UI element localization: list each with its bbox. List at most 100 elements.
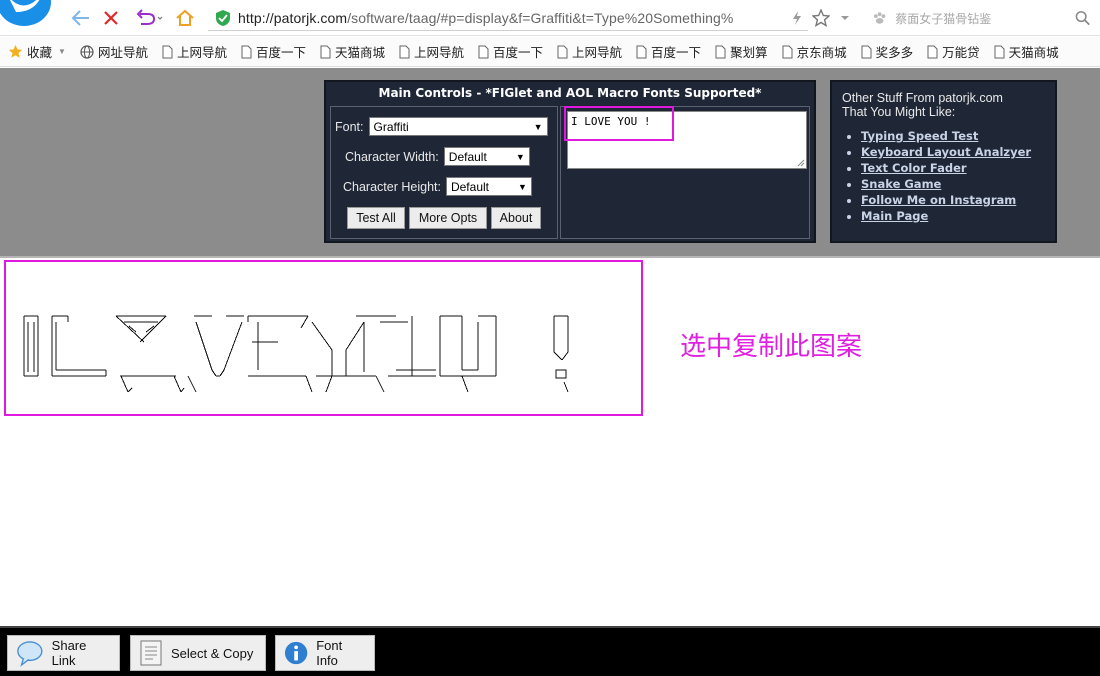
font-info-button[interactable]: Font Info — [275, 635, 375, 671]
back-button[interactable] — [68, 5, 94, 31]
bottom-action-bar: Share Link Select & Copy Font Info — [0, 626, 1100, 676]
info-icon — [284, 641, 308, 665]
link-text-color-fader[interactable]: Text Color Fader — [861, 160, 1045, 176]
ascii-art-output[interactable] — [16, 292, 616, 402]
character-height-label: Character Height: — [343, 179, 441, 194]
bookmark-item[interactable]: 百度一下 — [636, 42, 701, 61]
page-icon — [782, 45, 793, 58]
page-icon — [715, 45, 726, 58]
font-row: Font: Graffiti ▼ — [335, 117, 548, 136]
link-keyboard-layout-analyzer[interactable]: Keyboard Layout Analzyer — [861, 144, 1045, 160]
bookmark-item[interactable]: 天猫商城 — [994, 42, 1059, 61]
character-width-label: Character Width: — [345, 149, 439, 164]
text-input[interactable]: I LOVE YOU ! — [567, 111, 807, 169]
browser-logo-icon — [0, 0, 51, 26]
page-icon — [478, 45, 489, 58]
undo-icon — [136, 9, 163, 25]
chevron-down-icon — [841, 16, 849, 20]
link-snake-game[interactable]: Snake Game — [861, 176, 1045, 192]
font-label: Font: — [335, 119, 364, 134]
controls-right-pane: I LOVE YOU ! — [560, 106, 810, 239]
page-icon — [927, 45, 938, 58]
font-info-label: Font Info — [316, 638, 343, 668]
test-all-button[interactable]: Test All — [347, 207, 405, 229]
star-icon — [8, 44, 23, 58]
page-icon — [320, 45, 331, 58]
bookmark-label: 上网导航 — [572, 46, 623, 60]
bookmark-label: 百度一下 — [651, 46, 702, 60]
home-icon — [176, 9, 194, 26]
bookmark-item[interactable]: 万能贷 — [927, 42, 980, 61]
character-height-value: Default — [450, 179, 489, 194]
chevron-down-icon: ▼ — [515, 151, 525, 162]
bookmark-item[interactable]: 奖多多 — [861, 42, 913, 61]
bookmark-favorites[interactable]: 收藏 ▼ — [8, 42, 66, 61]
bookmark-item[interactable]: 百度一下 — [241, 42, 306, 61]
bookmark-item[interactable]: 上网导航 — [399, 42, 464, 61]
bookmark-label: 万能贷 — [942, 46, 980, 60]
page-icon — [241, 45, 252, 58]
search-box[interactable]: 蔡面女子猫骨钻鉴 — [868, 5, 1090, 31]
dropdown-button[interactable] — [832, 5, 858, 31]
search-placeholder: 蔡面女子猫骨钻鉴 — [895, 11, 992, 26]
page-icon — [162, 45, 173, 58]
character-width-value: Default — [448, 149, 487, 164]
controls-left-pane: Font: Graffiti ▼ Character Width: Default… — [330, 106, 558, 239]
main-controls-title: Main Controls - *FIGlet and AOL Macro Fo… — [378, 86, 762, 100]
bookmark-label: 收藏 — [27, 46, 53, 60]
back-arrow-icon — [71, 10, 89, 26]
bookmark-label: 天猫商城 — [1008, 46, 1059, 60]
address-url[interactable]: http://patorjk.com/software/taag/#p=disp… — [238, 10, 790, 26]
link-typing-speed-test[interactable]: Typing Speed Test — [861, 128, 1045, 144]
page-icon — [399, 45, 410, 58]
select-copy-label: Select & Copy — [171, 645, 254, 661]
search-icon[interactable] — [1075, 10, 1090, 26]
character-width-select[interactable]: Default ▼ — [443, 147, 530, 166]
page-icon — [994, 45, 1005, 58]
bookmark-item[interactable]: 上网导航 — [557, 42, 622, 61]
other-stuff-intro-line: That You Might Like: — [842, 105, 956, 119]
bookmark-label: 聚划算 — [730, 46, 768, 60]
width-row: Character Width: Default ▼ — [345, 147, 530, 166]
height-row: Character Height: Default ▼ — [343, 177, 532, 196]
bookmark-item[interactable]: 京东商城 — [782, 42, 847, 61]
star-outline-icon — [812, 9, 830, 27]
home-button[interactable] — [172, 5, 198, 31]
undo-button[interactable] — [132, 5, 166, 31]
lightning-button[interactable] — [784, 5, 810, 31]
bookmark-label: 京东商城 — [796, 46, 847, 60]
document-icon — [140, 640, 162, 666]
annotation-text: 选中复制此图案 — [680, 332, 863, 362]
link-follow-instagram[interactable]: Follow Me on Instagram — [861, 192, 1045, 208]
bookmark-item[interactable]: 聚划算 — [715, 42, 768, 61]
page-icon — [557, 45, 568, 58]
bookmark-label: 上网导航 — [414, 46, 465, 60]
address-bar[interactable]: http://patorjk.com/software/taag/#p=disp… — [208, 5, 808, 31]
bookmark-star-button[interactable] — [808, 5, 834, 31]
close-icon — [104, 11, 118, 25]
speech-bubble-icon — [17, 641, 43, 667]
about-button[interactable]: About — [491, 207, 541, 229]
secure-shield-icon — [216, 9, 230, 26]
stop-button[interactable] — [98, 5, 124, 31]
share-link-button[interactable]: Share Link — [7, 635, 120, 671]
resize-grip-icon[interactable] — [797, 159, 805, 167]
bookmark-item[interactable]: 上网导航 — [162, 42, 227, 61]
more-opts-button[interactable]: More Opts — [409, 207, 487, 229]
url-host: http://patorjk.com — [238, 9, 348, 26]
select-copy-button[interactable]: Select & Copy — [130, 635, 266, 671]
chevron-down-icon: ▼ — [518, 181, 527, 192]
ascii-output-area[interactable] — [6, 284, 626, 414]
lightning-icon — [793, 11, 801, 25]
character-height-select[interactable]: Default ▼ — [445, 177, 532, 196]
bookmark-item[interactable]: 天猫商城 — [320, 42, 385, 61]
bookmark-item[interactable]: 网址导航 — [80, 42, 148, 61]
bookmarks-bar: 收藏 ▼ 网址导航 上网导航 百度一下 天猫商城 上网导航 百度一下 上网导航 百… — [0, 37, 1100, 67]
link-main-page[interactable]: Main Page — [861, 208, 1045, 224]
other-stuff-intro-line: Other Stuff From patorjk.com — [842, 91, 1003, 105]
main-controls-panel: Main Controls - *FIGlet and AOL Macro Fo… — [324, 80, 816, 243]
bookmark-item[interactable]: 百度一下 — [478, 42, 543, 61]
font-select[interactable]: Graffiti ▼ — [368, 117, 548, 136]
bookmark-label: 百度一下 — [493, 46, 544, 60]
text-input-value: I LOVE YOU ! — [571, 115, 651, 128]
